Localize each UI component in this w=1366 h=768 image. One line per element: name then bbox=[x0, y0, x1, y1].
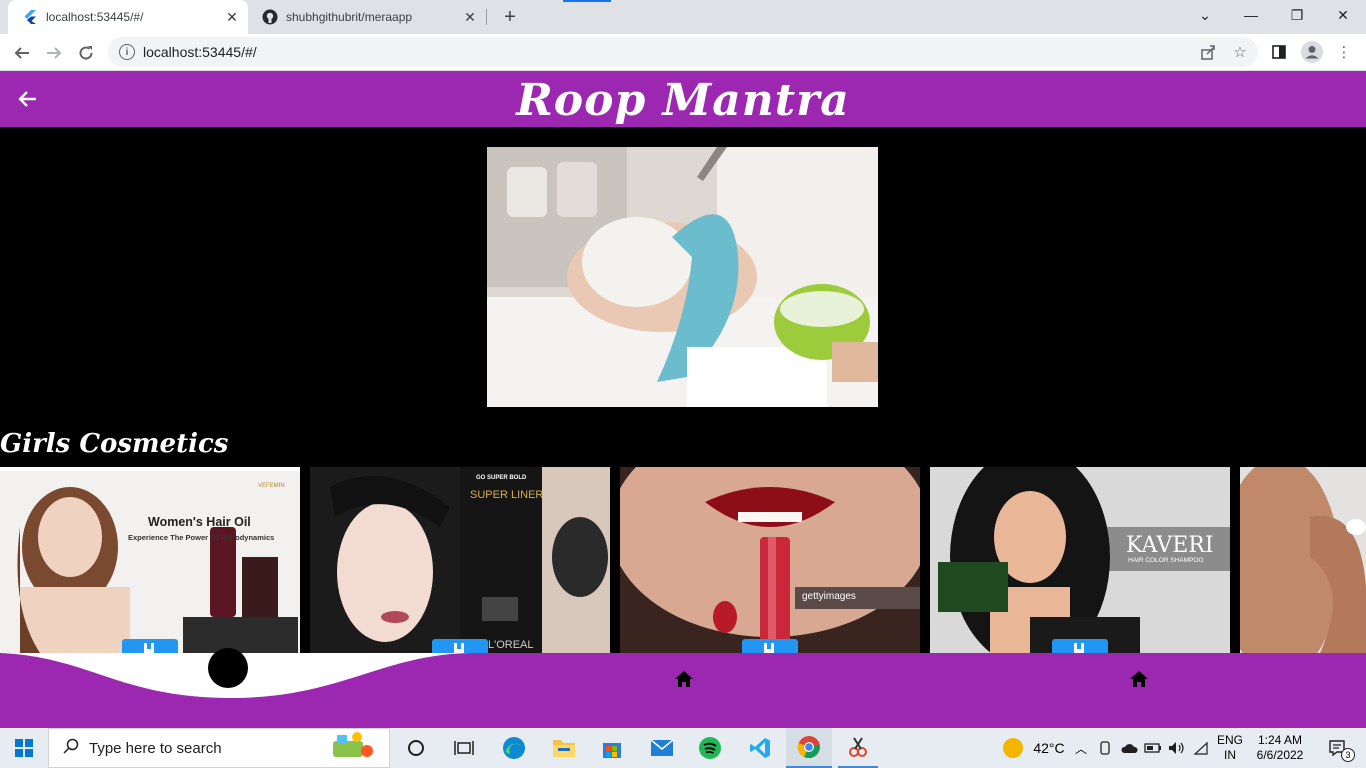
bookmark-star-icon[interactable]: ☆ bbox=[1228, 40, 1252, 64]
product-card[interactable]: Women's Hair Oil Experience The Power Of… bbox=[0, 467, 300, 653]
task-view-icon[interactable] bbox=[446, 728, 482, 768]
product-card[interactable]: KAVERI HAIR COLOR SHAMPOO bbox=[930, 467, 1230, 653]
card-badge-icon[interactable] bbox=[1052, 639, 1108, 653]
sun-icon bbox=[1003, 738, 1024, 758]
edge-icon[interactable] bbox=[496, 728, 532, 768]
side-panel-icon[interactable] bbox=[1267, 40, 1291, 64]
cortana-icon[interactable] bbox=[398, 728, 434, 768]
search-highlight-icon bbox=[327, 731, 375, 766]
search-placeholder: Type here to search bbox=[89, 739, 222, 757]
chrome-icon[interactable] bbox=[786, 728, 832, 768]
github-icon bbox=[262, 9, 278, 25]
language-indicator[interactable]: ENG IN bbox=[1214, 728, 1246, 768]
site-info-icon[interactable]: i bbox=[119, 44, 135, 60]
vscode-icon[interactable] bbox=[742, 728, 778, 768]
product-card[interactable] bbox=[1240, 467, 1366, 653]
close-window-button[interactable]: ✕ bbox=[1320, 0, 1366, 30]
search-icon bbox=[63, 738, 79, 759]
show-hidden-icons-icon[interactable]: ︿ bbox=[1072, 728, 1090, 768]
main-content: Girls Cosmetics Women's Hair Oil Experie… bbox=[0, 127, 1366, 653]
windows-taskbar: Type here to search 42°C ︿ ENG IN 1:24 A… bbox=[0, 728, 1366, 768]
menu-kebab-icon[interactable]: ⋮ bbox=[1332, 40, 1356, 64]
active-nav-button[interactable] bbox=[208, 648, 248, 688]
new-tab-button[interactable]: + bbox=[498, 5, 522, 29]
hero-image-facial bbox=[487, 147, 878, 407]
notification-center-icon[interactable]: 3 bbox=[1318, 728, 1358, 768]
tab-indicator bbox=[563, 0, 611, 2]
language-line1: ENG bbox=[1216, 733, 1243, 747]
section-title: Girls Cosmetics bbox=[0, 429, 229, 459]
card-headline: Women's Hair Oil bbox=[148, 515, 251, 529]
home-icon[interactable] bbox=[673, 668, 695, 690]
minimize-button[interactable]: — bbox=[1228, 0, 1274, 30]
flutter-icon bbox=[22, 9, 38, 25]
reload-button[interactable] bbox=[72, 39, 100, 67]
spotify-icon[interactable] bbox=[692, 728, 728, 768]
clock-time: 1:24 AM bbox=[1257, 733, 1303, 747]
tab-separator bbox=[486, 9, 487, 25]
product-card[interactable]: GO SUPER BOLD SUPER LINER L'OREAL bbox=[310, 467, 610, 653]
back-button[interactable] bbox=[8, 39, 36, 67]
file-explorer-icon[interactable] bbox=[546, 728, 582, 768]
snipping-tool-icon[interactable] bbox=[838, 728, 878, 768]
mail-icon[interactable] bbox=[644, 728, 680, 768]
onedrive-cloud-icon[interactable] bbox=[1118, 728, 1140, 768]
profile-avatar-icon[interactable] bbox=[1300, 40, 1324, 64]
card-brand: L'OREAL bbox=[488, 639, 534, 651]
wifi-icon[interactable] bbox=[1190, 728, 1212, 768]
card-headline: GO SUPER BOLD bbox=[476, 475, 527, 481]
address-bar[interactable]: i localhost:53445/#/ bbox=[108, 37, 1258, 67]
share-icon[interactable] bbox=[1196, 40, 1220, 64]
tab-github[interactable]: shubhgithubrit/meraapp ✕ bbox=[248, 0, 486, 34]
browser-tab-strip: localhost:53445/#/ ✕ shubhgithubrit/mera… bbox=[0, 0, 1366, 34]
home-icon[interactable] bbox=[1128, 668, 1150, 690]
card-subtitle: HAIR COLOR SHAMPOO bbox=[1128, 557, 1204, 564]
card-headline: KAVERI bbox=[1126, 533, 1214, 558]
tab-title: localhost:53445/#/ bbox=[46, 10, 144, 24]
card-badge-icon[interactable] bbox=[742, 639, 798, 653]
card-brand: gettyimages bbox=[802, 591, 856, 602]
windows-start-icon[interactable] bbox=[0, 728, 48, 768]
notification-count-badge: 3 bbox=[1341, 748, 1355, 762]
battery-icon[interactable] bbox=[1142, 728, 1164, 768]
card-subtitle: Experience The Power Of Hairodynamics bbox=[128, 533, 275, 542]
close-tab-icon[interactable]: ✕ bbox=[460, 7, 480, 27]
card-badge-icon[interactable] bbox=[432, 639, 488, 653]
meet-now-icon[interactable] bbox=[1096, 728, 1114, 768]
tab-search-icon[interactable]: ⌄ bbox=[1182, 0, 1228, 30]
app-bar: Roop Mantra bbox=[0, 71, 1366, 127]
language-line2: IN bbox=[1224, 748, 1236, 762]
close-tab-icon[interactable]: ✕ bbox=[222, 7, 242, 27]
url-text: localhost:53445/#/ bbox=[143, 44, 257, 60]
product-card[interactable]: gettyimages bbox=[620, 467, 920, 653]
volume-icon[interactable] bbox=[1166, 728, 1188, 768]
browser-toolbar: i localhost:53445/#/ ☆ ⋮ bbox=[0, 34, 1366, 71]
card-subtitle: SUPER LINER bbox=[470, 489, 544, 501]
clock[interactable]: 1:24 AM 6/6/2022 bbox=[1250, 728, 1310, 768]
tab-localhost[interactable]: localhost:53445/#/ ✕ bbox=[8, 0, 248, 34]
restore-button[interactable]: ❐ bbox=[1274, 0, 1320, 30]
taskbar-search-box[interactable]: Type here to search bbox=[48, 728, 390, 768]
tab-title: shubhgithubrit/meraapp bbox=[286, 10, 413, 24]
bottom-navigation-bar bbox=[0, 653, 1366, 728]
weather-temp: 42°C bbox=[1033, 739, 1065, 756]
weather-widget[interactable]: 42°C bbox=[994, 728, 1074, 768]
forward-button[interactable] bbox=[40, 39, 68, 67]
clock-date: 6/6/2022 bbox=[1256, 748, 1304, 762]
card-badge-icon[interactable] bbox=[122, 639, 178, 653]
card-brand: VEFEMIN bbox=[258, 483, 285, 489]
app-title: Roop Mantra bbox=[516, 75, 850, 126]
microsoft-store-icon[interactable] bbox=[594, 728, 630, 768]
